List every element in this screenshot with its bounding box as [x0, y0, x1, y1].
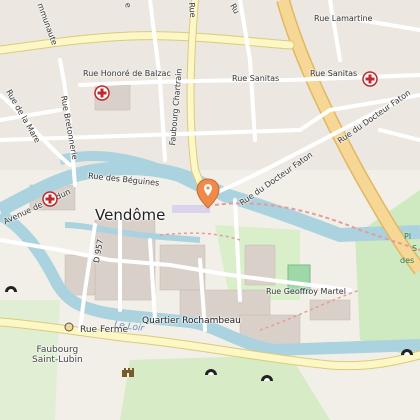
faubourg-line-2: Saint-Lubin — [32, 355, 83, 365]
park-label-2: S — [412, 244, 418, 253]
map-canvas[interactable]: Vendôme Quartier Rochambeau Faubourg Sai… — [0, 0, 420, 420]
park-label-1: Pl — [404, 232, 412, 241]
street-rue-sanitas-1: Rue Sanitas — [232, 74, 280, 83]
hospital-icon[interactable] — [42, 191, 58, 207]
tunnel-icon[interactable] — [4, 283, 18, 293]
quartier-label: Quartier Rochambeau — [142, 316, 241, 326]
bus-stop-icon[interactable] — [64, 322, 74, 332]
tunnel-icon[interactable] — [204, 366, 218, 376]
street-rue-lamartine: Rue Lamartine — [314, 14, 373, 23]
street-rue-ferme: Rue Ferme — [80, 325, 129, 335]
hospital-icon[interactable] — [94, 85, 110, 101]
faubourg-label: Faubourg Saint-Lubin — [32, 345, 83, 365]
hospital-icon[interactable] — [362, 71, 378, 87]
street-rue-sanitas-2: Rue Sanitas — [310, 69, 358, 78]
city-label-vendome: Vendôme — [95, 206, 166, 224]
location-marker-icon[interactable] — [196, 178, 220, 210]
street-rue-geoffroy-martel: Rue Geoffroy Martel — [266, 287, 346, 296]
street-rue-honore-de-balzac: Rue Honoré de Balzac — [83, 69, 171, 78]
street-top-partial-2: Rue — [187, 2, 198, 18]
faubourg-line-1: Faubourg — [36, 345, 79, 355]
tunnel-icon[interactable] — [400, 346, 414, 356]
park-label-3: des — [400, 256, 415, 265]
tunnel-icon[interactable] — [260, 372, 274, 382]
castle-icon[interactable] — [120, 362, 136, 378]
